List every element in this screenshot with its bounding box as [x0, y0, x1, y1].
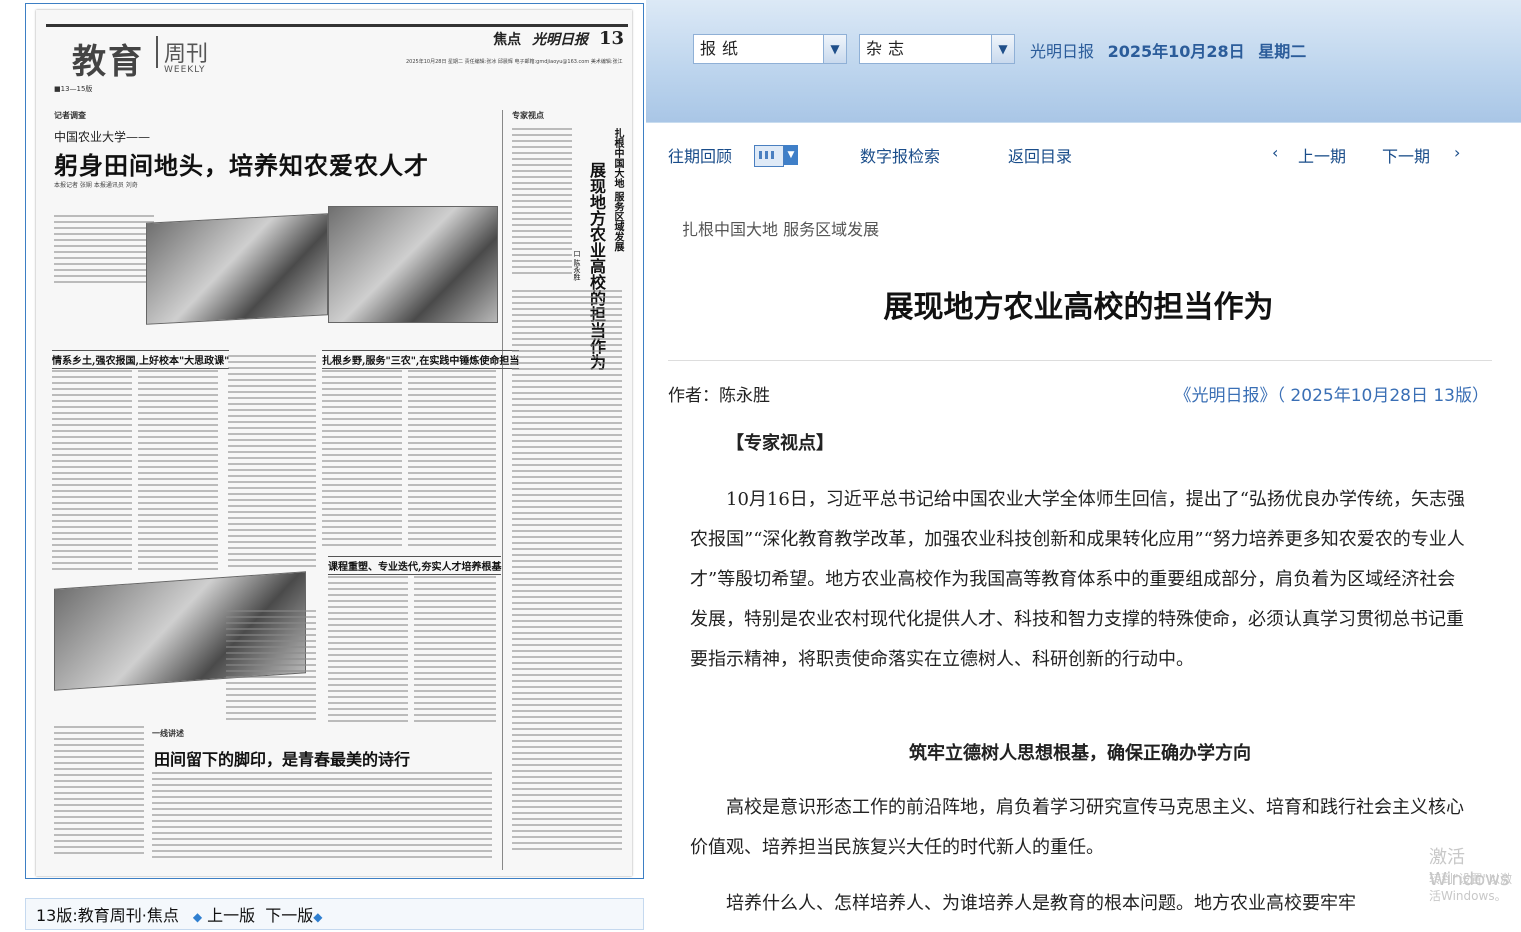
paper-bottom-headline[interactable]: 田间留下的脚印，是青春最美的诗行	[154, 746, 410, 770]
paper-select[interactable]: 报纸 ▼	[693, 34, 847, 64]
photo-students-field	[146, 213, 328, 325]
newspaper-page-image[interactable]: 教育 周刊 WEEKLY 焦点 光明日报 13 2025年10月28日 星期二 …	[36, 10, 632, 876]
arrow-right-icon: ◆	[313, 910, 323, 924]
search-link[interactable]: 数字报检索	[860, 143, 940, 167]
text-block	[54, 726, 144, 856]
paper-section-header: 焦点 光明日报 13	[493, 28, 624, 49]
text-block	[54, 215, 154, 285]
article-paragraph-1: 10月16日，习近平总书记给中国农业大学全体师生回信，提出了“弘扬优良办学传统，…	[690, 489, 1466, 670]
article-tag: 【专家视点】	[726, 433, 834, 454]
paper-byline: 本报记者 张娴 本报通讯员 刘奇	[54, 182, 138, 189]
paper-brand-en: WEEKLY	[164, 65, 206, 75]
archive-link[interactable]: 往期回顾	[668, 143, 732, 167]
tag-reporter: 记者调查	[54, 111, 86, 120]
paper-logo: 光明日报	[532, 32, 589, 48]
vert-author: 口 陈永胜	[573, 250, 581, 281]
paper-main-headline[interactable]: 躬身田间地头，培养知农爱农人才	[54, 146, 429, 181]
article: 扎根中国大地 服务区域发展 展现地方农业高校的担当作为 作者：陈永胜 《光明日报…	[646, 176, 1521, 932]
header-weekday: 星期二	[1258, 42, 1307, 61]
windows-activation-hint: 转到"设置"以激活Windows。	[1429, 872, 1513, 903]
paper-meta: 2025年10月28日 星期二 责任编辑:张冰 邱晨辉 电子邮箱:gmdjiao…	[406, 59, 623, 65]
paper-select-value: 报纸	[700, 39, 745, 58]
text-block	[138, 370, 218, 570]
article-paragraph-3: 培养什么人、怎样培养人、为谁培养人是教育的根本问题。地方农业高校要牢牢	[726, 893, 1356, 914]
text-block	[512, 128, 572, 278]
article-paragraph-2: 高校是意识形态工作的前沿阵地，肩负着学习研究宣传马克思主义、培育和践行社会主义核…	[690, 797, 1464, 858]
text-block	[52, 370, 132, 570]
text-block	[226, 610, 316, 720]
paper-page-number: 13	[598, 28, 624, 49]
sub-head-3: 课程重塑、专业迭代,夯实人才培养根基	[328, 556, 502, 575]
text-block	[408, 370, 496, 550]
next-page-button[interactable]: 下一版◆	[265, 902, 322, 926]
header-date: 2025年10月28日	[1107, 42, 1245, 61]
paper-brand-sub: 周刊	[156, 36, 208, 68]
magazine-select-value: 杂志	[866, 39, 911, 58]
sub-head-1: 情系乡土,强农报国,上好校本"大思政课"	[52, 350, 230, 369]
masthead-rule	[46, 24, 628, 27]
next-issue-link[interactable]: 下一期	[1382, 143, 1430, 167]
article-subtitle-1: 筑牢立德树人思想根基，确保正确办学方向	[909, 743, 1251, 764]
magazine-select[interactable]: 杂志 ▼	[859, 34, 1015, 64]
paper-page-range: ■13—15版	[54, 85, 93, 93]
tag-first: 一线讲述	[152, 729, 184, 738]
article-author: 作者：陈永胜	[668, 386, 770, 406]
chevron-right-icon[interactable]: ›	[1454, 143, 1460, 162]
chevron-down-icon[interactable]: ▼	[991, 35, 1014, 63]
nav-bar: 往期回顾 ▼ 数字报检索 返回目录 ‹ 上一期 下一期 ›	[646, 122, 1521, 177]
back-to-index-link[interactable]: 返回目录	[1008, 143, 1072, 167]
article-source: 《光明日报》（ 2025年10月28日 13版）	[1174, 386, 1489, 406]
header-date-info: 光明日报 2025年10月28日 星期二	[1030, 38, 1314, 62]
paper-kicker: 中国农业大学——	[54, 130, 151, 144]
prev-page-label: 上一版	[207, 906, 256, 925]
chevron-down-icon[interactable]: ▼	[784, 145, 798, 165]
paper-brand: 教育	[72, 42, 144, 82]
photo-greenhouse	[328, 206, 498, 323]
text-block	[152, 772, 492, 862]
column-divider	[502, 110, 503, 870]
chevron-down-icon[interactable]: ▼	[823, 35, 846, 63]
text-block	[322, 370, 402, 550]
page-nav-bar: 13版:教育周刊·焦点 ◆ 上一版 下一版◆	[25, 898, 644, 930]
top-header: 报纸 ▼ 杂志 ▼ 光明日报 2025年10月28日 星期二	[646, 0, 1521, 122]
text-block	[512, 290, 622, 850]
text-block	[328, 576, 408, 726]
text-block	[414, 576, 496, 726]
paper-section: 焦点	[493, 32, 522, 48]
sub-head-2: 扎根乡野,服务"三农",在实践中锤炼使命担当	[322, 350, 520, 369]
text-block	[228, 355, 316, 570]
next-page-label: 下一版	[265, 906, 314, 925]
newspaper-page-frame[interactable]: 教育 周刊 WEEKLY 焦点 光明日报 13 2025年10月28日 星期二 …	[25, 3, 644, 879]
page-label: 13版:教育周刊·焦点	[36, 906, 179, 925]
prev-issue-link[interactable]: 上一期	[1298, 143, 1346, 167]
prev-page-button[interactable]: ◆ 上一版	[193, 902, 255, 926]
vert-kicker: 扎根中国大地 服务区域发展	[612, 128, 623, 252]
tag-expert: 专家视点	[512, 111, 544, 120]
article-kicker: 扎根中国大地 服务区域发展	[682, 220, 880, 239]
arrow-left-icon: ◆	[192, 910, 203, 924]
header-paper-name: 光明日报	[1030, 42, 1095, 61]
calendar-icon[interactable]	[754, 145, 784, 167]
article-title: 展现地方农业高校的担当作为	[883, 290, 1274, 325]
divider	[668, 360, 1492, 361]
chevron-left-icon[interactable]: ‹	[1272, 143, 1278, 162]
